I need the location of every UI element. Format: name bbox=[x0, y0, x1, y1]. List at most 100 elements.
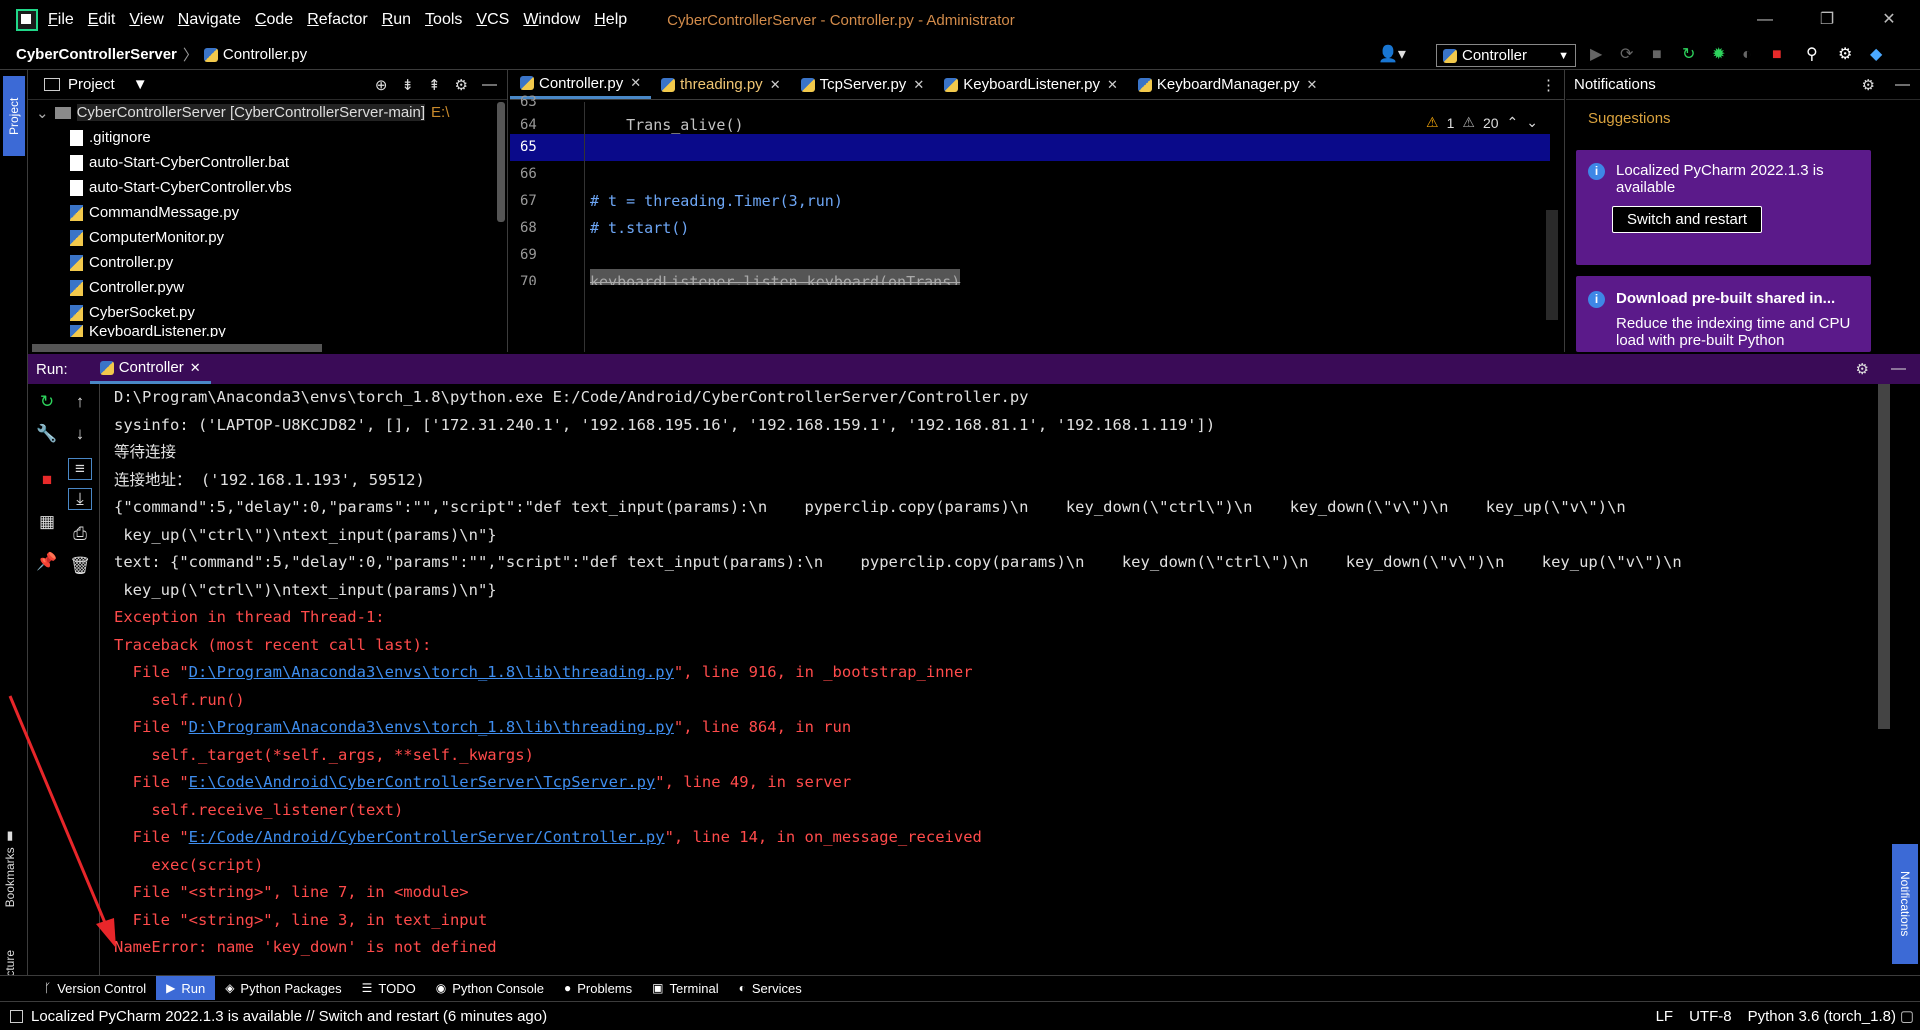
bookmarks-tool-tab[interactable]: Bookmarks ▮ bbox=[3, 830, 17, 907]
status-icon bbox=[10, 1009, 23, 1023]
event-log-icon[interactable]: ▢ bbox=[1900, 1007, 1914, 1025]
tab-python-console[interactable]: ◉ Python Console bbox=[426, 976, 554, 1000]
code-line-current[interactable]: 65 bbox=[510, 134, 1550, 161]
minimize-button[interactable]: — bbox=[1734, 0, 1796, 40]
profile-icon[interactable]: ◐ bbox=[1742, 46, 1752, 64]
file-label: auto-Start-CyberController.vbs bbox=[89, 179, 292, 196]
project-panel-title[interactable]: Project bbox=[68, 76, 115, 93]
rerun-icon[interactable]: ↻ bbox=[35, 392, 59, 412]
collapse-all-icon[interactable]: ⇞ bbox=[428, 76, 441, 94]
code-line[interactable]: 67 # t = threading.Timer(3,run) bbox=[510, 188, 1550, 215]
scroll-to-end-icon[interactable]: ⤓ bbox=[68, 488, 92, 510]
close-button[interactable]: ✕ bbox=[1858, 0, 1920, 40]
tree-file[interactable]: auto-Start-CyberController.bat bbox=[28, 150, 507, 175]
tab-version-control[interactable]: ᚴ Version Control bbox=[34, 976, 156, 1000]
locate-icon[interactable]: ⊕ bbox=[375, 76, 388, 94]
tree-file[interactable]: CommandMessage.py bbox=[28, 200, 507, 225]
print-icon[interactable]: ⎙ bbox=[68, 524, 92, 544]
tab-terminal[interactable]: ▣ Terminal bbox=[642, 976, 728, 1000]
menu-tools[interactable]: Tools bbox=[425, 11, 462, 29]
debug-icon[interactable]: ✹ bbox=[1712, 46, 1725, 64]
gear-icon[interactable]: ⚙ bbox=[1862, 76, 1875, 94]
project-hscrollbar[interactable] bbox=[32, 344, 322, 352]
hide-icon[interactable]: — bbox=[482, 76, 497, 94]
tree-file[interactable]: KeyboardListener.py bbox=[28, 325, 507, 337]
user-icon[interactable]: 👤▾ bbox=[1378, 46, 1406, 64]
code-line[interactable]: 70 keyboardListener.listen_keyboard(onTra… bbox=[510, 269, 1550, 285]
traceback-file-link[interactable]: E:\Code\Android\CyberControllerServer\Tc… bbox=[189, 773, 656, 791]
menu-view[interactable]: View bbox=[129, 11, 163, 29]
gear-icon[interactable]: ⚙ bbox=[455, 76, 468, 94]
tab-problems[interactable]: ● Problems bbox=[554, 976, 642, 1000]
wrench-icon[interactable]: 🔧 bbox=[35, 424, 59, 444]
pin-icon[interactable]: 📌 bbox=[35, 552, 59, 572]
tree-file[interactable]: ComputerMonitor.py bbox=[28, 225, 507, 250]
stop-icon[interactable]: ■ bbox=[1772, 46, 1782, 64]
tree-file[interactable]: auto-Start-CyberController.vbs bbox=[28, 175, 507, 200]
stop-disabled-icon[interactable]: ■ bbox=[1652, 46, 1662, 64]
toolbox-icon[interactable]: ◆ bbox=[1870, 46, 1882, 64]
restore-button[interactable]: ❐ bbox=[1796, 0, 1858, 40]
console-text: ", line 14, in on_message_received bbox=[664, 828, 982, 846]
menu-edit[interactable]: Edit bbox=[88, 11, 116, 29]
layout-icon[interactable]: ▦ bbox=[35, 512, 59, 532]
stop-icon[interactable]: ■ bbox=[35, 470, 59, 490]
code-line[interactable]: 68 # t.start() bbox=[510, 215, 1550, 242]
run-configuration-select[interactable]: Controller ▼ bbox=[1436, 44, 1576, 67]
gear-icon[interactable]: ⚙ bbox=[1856, 360, 1869, 378]
line-separator[interactable]: LF bbox=[1656, 1008, 1674, 1025]
console-text: Exception in thread Thread-1: bbox=[114, 608, 385, 626]
expand-all-icon[interactable]: ⇟ bbox=[401, 76, 414, 94]
close-icon[interactable]: ✕ bbox=[190, 360, 201, 376]
menu-vcs[interactable]: VCS bbox=[476, 11, 509, 29]
tab-services[interactable]: ◐ Services bbox=[729, 976, 812, 1000]
traceback-file-link[interactable]: D:\Program\Anaconda3\envs\torch_1.8\lib\… bbox=[189, 718, 674, 736]
rerun-icon[interactable]: ↻ bbox=[1682, 46, 1695, 64]
menu-navigate[interactable]: Navigate bbox=[178, 11, 241, 29]
folder-icon bbox=[54, 106, 71, 119]
menu-run[interactable]: Run bbox=[382, 11, 411, 29]
arrow-down-icon[interactable]: ↓ bbox=[68, 424, 92, 444]
tree-file[interactable]: Controller.pyw bbox=[28, 275, 507, 300]
soft-wrap-icon[interactable]: ≡ bbox=[68, 458, 92, 480]
menu-window[interactable]: Window bbox=[523, 11, 580, 29]
project-root-node[interactable]: ⌄ CyberControllerServer [CyberController… bbox=[28, 100, 507, 125]
run-icon[interactable]: ▶ bbox=[1590, 46, 1602, 64]
project-scrollbar[interactable] bbox=[497, 102, 505, 222]
menu-file[interactable]: File bbox=[48, 11, 74, 29]
tab-python-packages[interactable]: ◈ Python Packages bbox=[215, 976, 351, 1000]
menu-help[interactable]: Help bbox=[594, 11, 627, 29]
coverage-icon[interactable]: ⟳ bbox=[1620, 46, 1633, 64]
traceback-file-link[interactable]: D:\Program\Anaconda3\envs\torch_1.8\lib\… bbox=[189, 663, 674, 681]
console-output[interactable]: D:\Program\Anaconda3\envs\torch_1.8\pyth… bbox=[102, 384, 1877, 975]
console-scrollbar[interactable] bbox=[1878, 384, 1890, 729]
tab-run[interactable]: ▶ Run bbox=[156, 976, 216, 1000]
trash-icon[interactable]: 🗑 bbox=[68, 556, 92, 576]
settings-icon[interactable]: ⚙ bbox=[1838, 46, 1852, 64]
tree-file[interactable]: Controller.py bbox=[28, 250, 507, 275]
hide-icon[interactable]: — bbox=[1895, 76, 1910, 94]
hide-icon[interactable]: — bbox=[1891, 360, 1906, 378]
switch-and-restart-button[interactable]: Switch and restart bbox=[1612, 206, 1763, 233]
menu-refactor[interactable]: Refactor bbox=[307, 11, 367, 29]
code-line[interactable]: 69 bbox=[510, 242, 1550, 269]
chevron-down-icon[interactable]: ▼ bbox=[133, 76, 148, 93]
notifications-tool-tab[interactable]: Notifications bbox=[1892, 844, 1918, 964]
traceback-file-link[interactable]: E:/Code/Android/CyberControllerServer/Co… bbox=[189, 828, 665, 846]
search-icon[interactable]: ⚲ bbox=[1806, 46, 1818, 64]
tree-file[interactable]: .gitignore bbox=[28, 125, 507, 150]
run-tab-controller[interactable]: Controller ✕ bbox=[89, 354, 211, 384]
file-encoding[interactable]: UTF-8 bbox=[1689, 1008, 1732, 1025]
breadcrumb-project[interactable]: CyberControllerServer bbox=[16, 46, 177, 63]
status-message[interactable]: Localized PyCharm 2022.1.3 is available … bbox=[31, 1008, 547, 1025]
menu-code[interactable]: Code bbox=[255, 11, 293, 29]
tree-file[interactable]: CyberSocket.py bbox=[28, 300, 507, 325]
arrow-up-icon[interactable]: ↑ bbox=[68, 392, 92, 412]
code-line[interactable]: 66 bbox=[510, 161, 1550, 188]
project-tool-tab[interactable]: Project bbox=[3, 76, 25, 156]
tab-todo[interactable]: ☰ TODO bbox=[352, 976, 426, 1000]
console-text: File "<string>", line 3, in text_input bbox=[114, 910, 488, 929]
breadcrumb-file[interactable]: Controller.py bbox=[223, 46, 307, 63]
python-interpreter[interactable]: Python 3.6 (torch_1.8) bbox=[1748, 1008, 1896, 1025]
editor-scrollbar[interactable] bbox=[1546, 210, 1558, 320]
